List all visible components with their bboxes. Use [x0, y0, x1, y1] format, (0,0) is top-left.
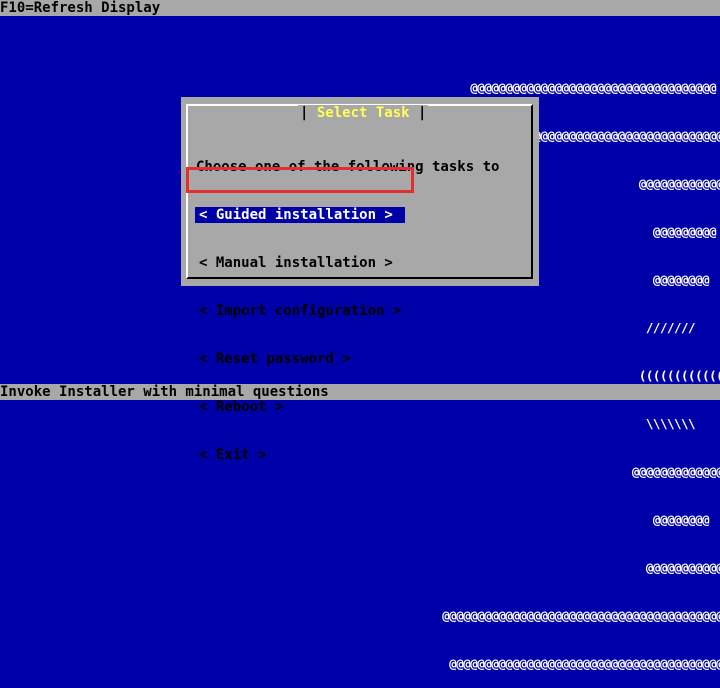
ascii-art-line: @@@@@@@@@@@@@@@	[400, 560, 720, 575]
dialog-title: | Select Task |	[298, 105, 429, 121]
dialog-title-text: Select Task	[316, 105, 410, 121]
ascii-art-line: (((((((((((((	[400, 368, 720, 383]
ascii-art-line: \\\\\\\	[400, 416, 696, 431]
prompt-line: Choose one of the following tasks to	[196, 159, 500, 175]
ascii-art-line: @@@@@@@@@@@@@@@@@@@@@@@@@@@@@@@@@@@	[400, 80, 717, 95]
menu-item-reboot[interactable]: < Reboot >	[195, 399, 405, 415]
ascii-art-line: @@@@@@@@@@@@@@@	[400, 464, 720, 479]
menu-item-guided-installation[interactable]: < Guided installation >	[195, 207, 406, 223]
ascii-art-line: @@@@@@@@@@@@@@@@@@@@@@@@@@@@@@@@@@@@@@@@	[400, 656, 720, 671]
menu-item-reset-password[interactable]: < Reset password >	[195, 351, 405, 367]
menu-item-import-configuration[interactable]: < Import configuration >	[195, 303, 405, 319]
menu-item-exit[interactable]: < Exit >	[195, 447, 405, 463]
ascii-art-line: @@@@@@@@	[400, 512, 710, 527]
ascii-art-line: ///////	[400, 320, 696, 335]
top-status-bar: F10=Refresh Display	[0, 0, 720, 16]
bottom-help-bar: Invoke Installer with minimal questions	[0, 384, 720, 400]
menu-item-manual-installation[interactable]: < Manual installation >	[195, 255, 405, 271]
ascii-art-line: @@@@@@@@@@@@@@@@@@@@@@@@@@@@@@@@@@@@@@@@…	[400, 608, 720, 623]
task-menu: < Guided installation > < Manual install…	[195, 175, 406, 479]
